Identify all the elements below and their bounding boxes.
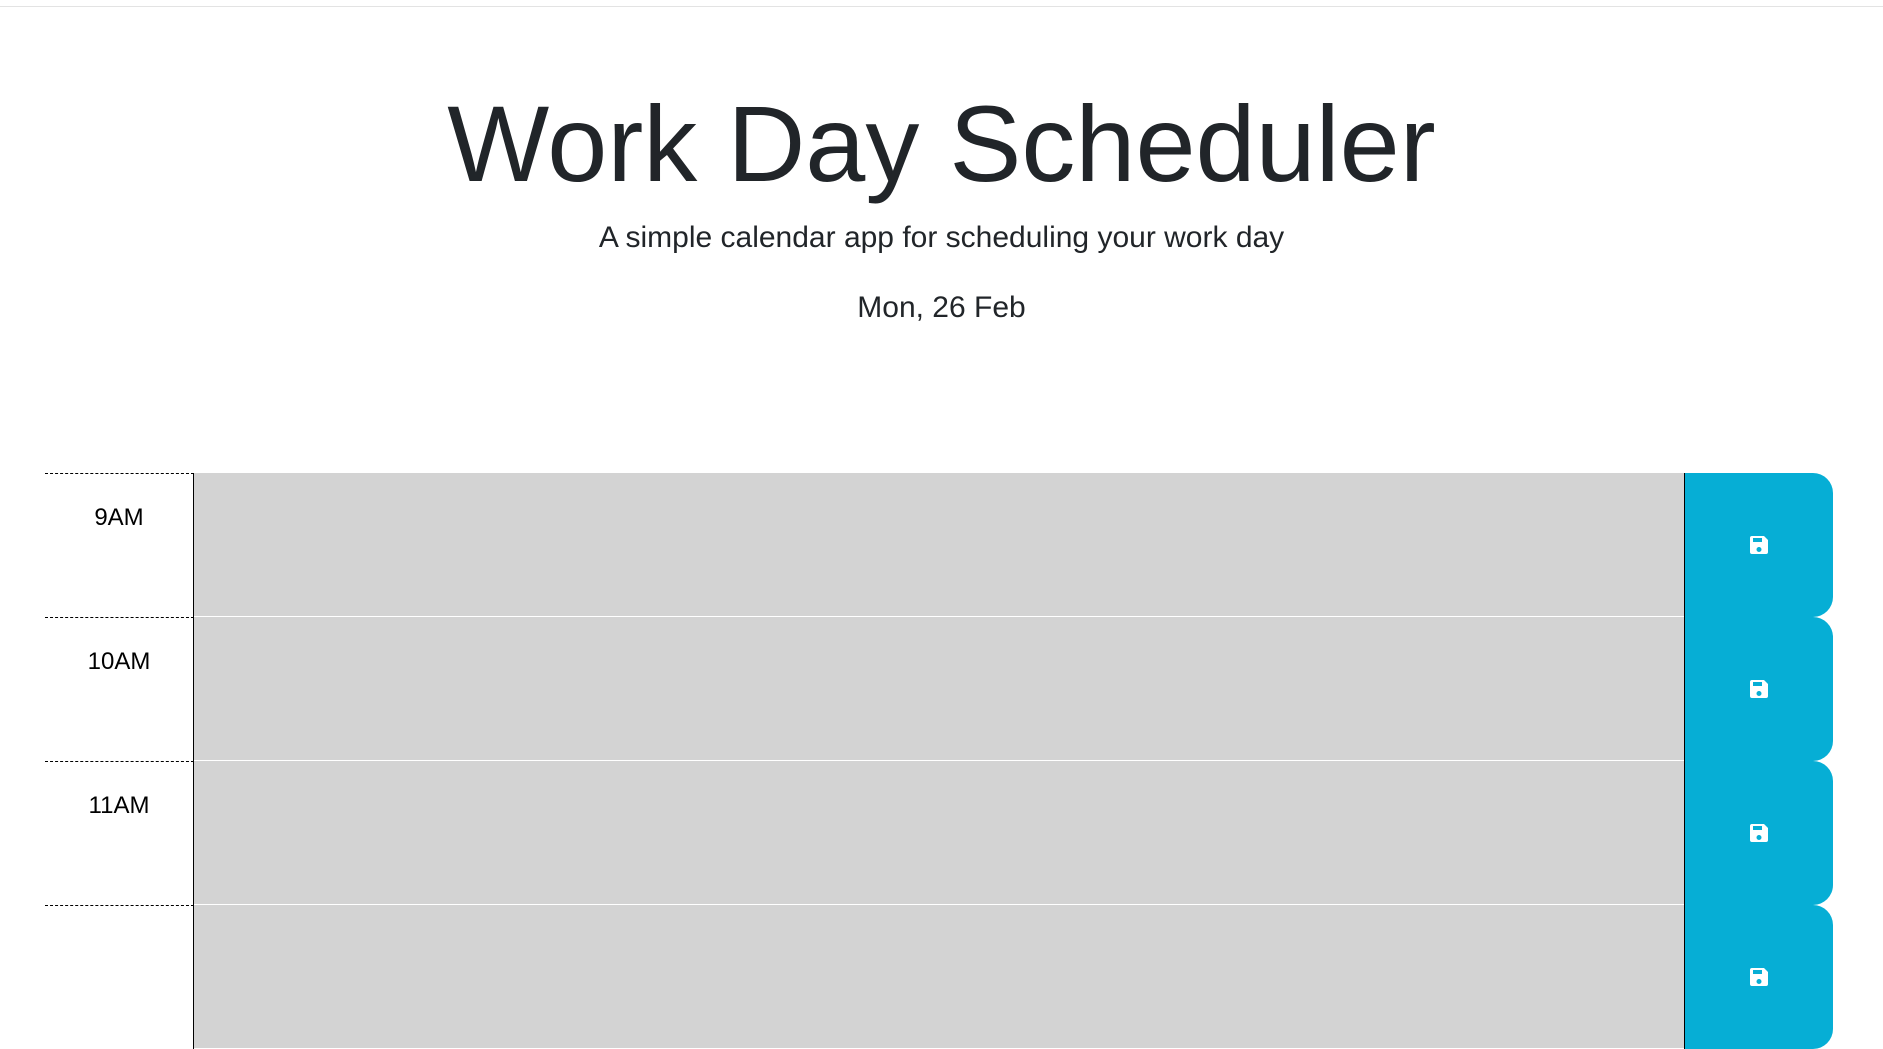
time-block-9am: 9AM bbox=[45, 473, 1833, 617]
event-description-input[interactable] bbox=[194, 761, 1684, 905]
hour-label: 11AM bbox=[45, 761, 194, 905]
page-subtitle: A simple calendar app for scheduling you… bbox=[598, 221, 1285, 254]
event-description-input[interactable] bbox=[194, 905, 1684, 1049]
hour-label bbox=[45, 905, 194, 1049]
event-description-input[interactable] bbox=[194, 617, 1684, 761]
event-description-input[interactable] bbox=[194, 473, 1684, 617]
time-block-12pm bbox=[45, 905, 1833, 1049]
save-icon bbox=[1750, 824, 1768, 842]
hour-label: 9AM bbox=[45, 473, 194, 617]
save-icon bbox=[1750, 680, 1768, 698]
save-button[interactable] bbox=[1684, 617, 1833, 761]
top-divider bbox=[0, 0, 1883, 7]
time-block-10am: 10AM bbox=[45, 617, 1833, 761]
save-icon bbox=[1750, 968, 1768, 986]
save-button[interactable] bbox=[1684, 473, 1833, 617]
time-block-11am: 11AM bbox=[45, 761, 1833, 905]
save-button[interactable] bbox=[1684, 905, 1833, 1049]
current-day: Mon, 26 Feb bbox=[857, 291, 1026, 324]
save-button[interactable] bbox=[1684, 761, 1833, 905]
hour-label: 10AM bbox=[45, 617, 194, 761]
timeblock-container: 9AM 10AM 11AM bbox=[45, 473, 1833, 1049]
page-title: Work Day Scheduler bbox=[447, 83, 1436, 204]
save-icon bbox=[1750, 536, 1768, 554]
